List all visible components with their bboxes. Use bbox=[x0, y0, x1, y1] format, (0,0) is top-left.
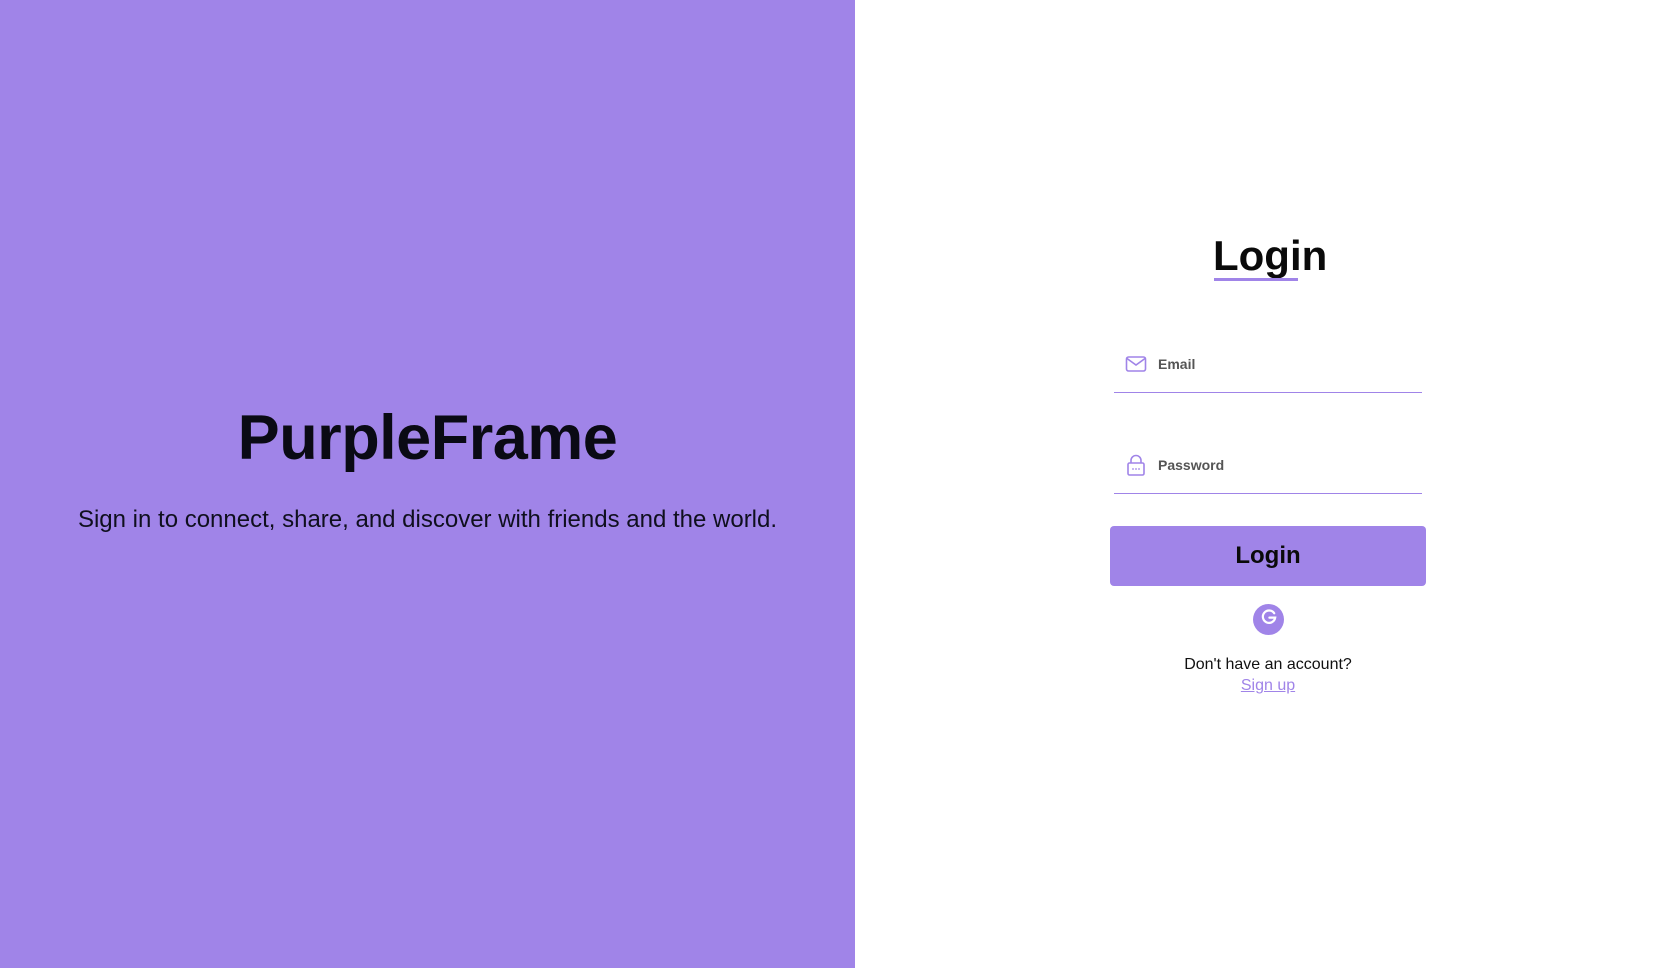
brand-tagline: Sign in to connect, share, and discover … bbox=[77, 506, 778, 533]
lock-icon bbox=[1125, 454, 1147, 476]
google-icon bbox=[1260, 608, 1278, 631]
login-button[interactable]: Login bbox=[1110, 526, 1426, 586]
email-field[interactable] bbox=[1114, 341, 1422, 393]
signup-prompt: Don't have an account? bbox=[1184, 656, 1352, 673]
password-input[interactable] bbox=[1158, 452, 1408, 478]
google-signin-button[interactable] bbox=[1253, 604, 1284, 635]
brand-title: PurpleFrame bbox=[237, 403, 618, 473]
brand-panel: PurpleFrame Sign in to connect, share, a… bbox=[0, 0, 855, 968]
signup-link-row: Sign up bbox=[1114, 677, 1422, 695]
password-field[interactable] bbox=[1114, 442, 1422, 494]
login-page: PurpleFrame Sign in to connect, share, a… bbox=[0, 0, 1675, 968]
email-input[interactable] bbox=[1158, 351, 1408, 377]
login-title: Login bbox=[1213, 232, 1328, 279]
mail-icon bbox=[1125, 353, 1147, 375]
login-title-underline bbox=[1214, 278, 1298, 281]
signup-link[interactable]: Sign up bbox=[1241, 677, 1295, 694]
